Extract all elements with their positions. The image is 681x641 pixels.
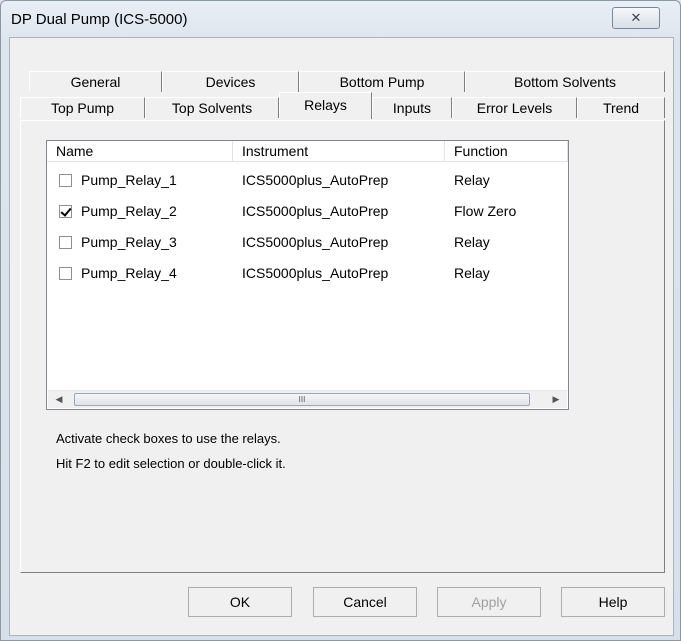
- list-item[interactable]: Pump_Relay_4 ICS5000plus_AutoPrep Relay: [47, 258, 568, 289]
- tab-relays[interactable]: Relays: [279, 92, 372, 119]
- scroll-thumb[interactable]: III: [74, 393, 530, 406]
- help-text-line-2: Hit F2 to edit selection or double-click…: [56, 456, 286, 471]
- tab-bottom-pump[interactable]: Bottom Pump: [299, 71, 465, 92]
- title-bar[interactable]: DP Dual Pump (ICS-5000) ✕: [1, 1, 680, 37]
- tab-trend[interactable]: Trend: [577, 97, 665, 118]
- tab-top-pump[interactable]: Top Pump: [20, 97, 145, 118]
- relay-checkbox[interactable]: [59, 205, 72, 218]
- list-item[interactable]: Pump_Relay_2 ICS5000plus_AutoPrep Flow Z…: [47, 196, 568, 227]
- close-icon: ✕: [630, 10, 642, 25]
- apply-button[interactable]: Apply: [437, 587, 541, 617]
- relay-function: Relay: [454, 172, 490, 188]
- relay-function: Relay: [454, 234, 490, 250]
- relay-function: Relay: [454, 265, 490, 281]
- relay-name: Pump_Relay_4: [81, 265, 177, 281]
- relay-checkbox[interactable]: [59, 236, 72, 249]
- relay-name: Pump_Relay_3: [81, 234, 177, 250]
- grip-icon: III: [298, 395, 306, 404]
- tab-inputs[interactable]: Inputs: [372, 97, 452, 118]
- tab-top-solvents[interactable]: Top Solvents: [145, 97, 279, 118]
- horizontal-scrollbar[interactable]: ◀ III ▶: [48, 390, 567, 408]
- column-header-name[interactable]: Name: [47, 141, 233, 162]
- relay-name: Pump_Relay_2: [81, 203, 177, 219]
- window-title: DP Dual Pump (ICS-5000): [11, 11, 188, 28]
- column-header-function[interactable]: Function: [445, 141, 568, 162]
- list-item[interactable]: Pump_Relay_1 ICS5000plus_AutoPrep Relay: [47, 165, 568, 196]
- tab-devices[interactable]: Devices: [162, 71, 299, 92]
- tab-bottom-solvents[interactable]: Bottom Solvents: [465, 71, 665, 92]
- close-button[interactable]: ✕: [612, 7, 660, 29]
- help-button[interactable]: Help: [561, 587, 665, 617]
- relay-instrument: ICS5000plus_AutoPrep: [242, 234, 389, 250]
- relay-checkbox[interactable]: [59, 267, 72, 280]
- relay-instrument: ICS5000plus_AutoPrep: [242, 172, 389, 188]
- tab-error-levels[interactable]: Error Levels: [452, 97, 577, 118]
- relay-name: Pump_Relay_1: [81, 172, 177, 188]
- list-item[interactable]: Pump_Relay_3 ICS5000plus_AutoPrep Relay: [47, 227, 568, 258]
- relay-instrument: ICS5000plus_AutoPrep: [242, 265, 389, 281]
- scroll-left-icon[interactable]: ◀: [51, 393, 67, 406]
- cancel-button[interactable]: Cancel: [313, 587, 417, 617]
- relays-list[interactable]: Name Instrument Function Pump_Relay_1 IC…: [46, 140, 569, 410]
- relay-function: Flow Zero: [454, 203, 517, 219]
- tab-general[interactable]: General: [29, 71, 162, 92]
- column-header-instrument[interactable]: Instrument: [233, 141, 445, 162]
- list-header: Name Instrument Function: [47, 141, 568, 162]
- relay-checkbox[interactable]: [59, 174, 72, 187]
- scroll-right-icon[interactable]: ▶: [548, 393, 564, 406]
- help-text-line-1: Activate check boxes to use the relays.: [56, 431, 281, 446]
- ok-button[interactable]: OK: [188, 587, 292, 617]
- relay-instrument: ICS5000plus_AutoPrep: [242, 203, 389, 219]
